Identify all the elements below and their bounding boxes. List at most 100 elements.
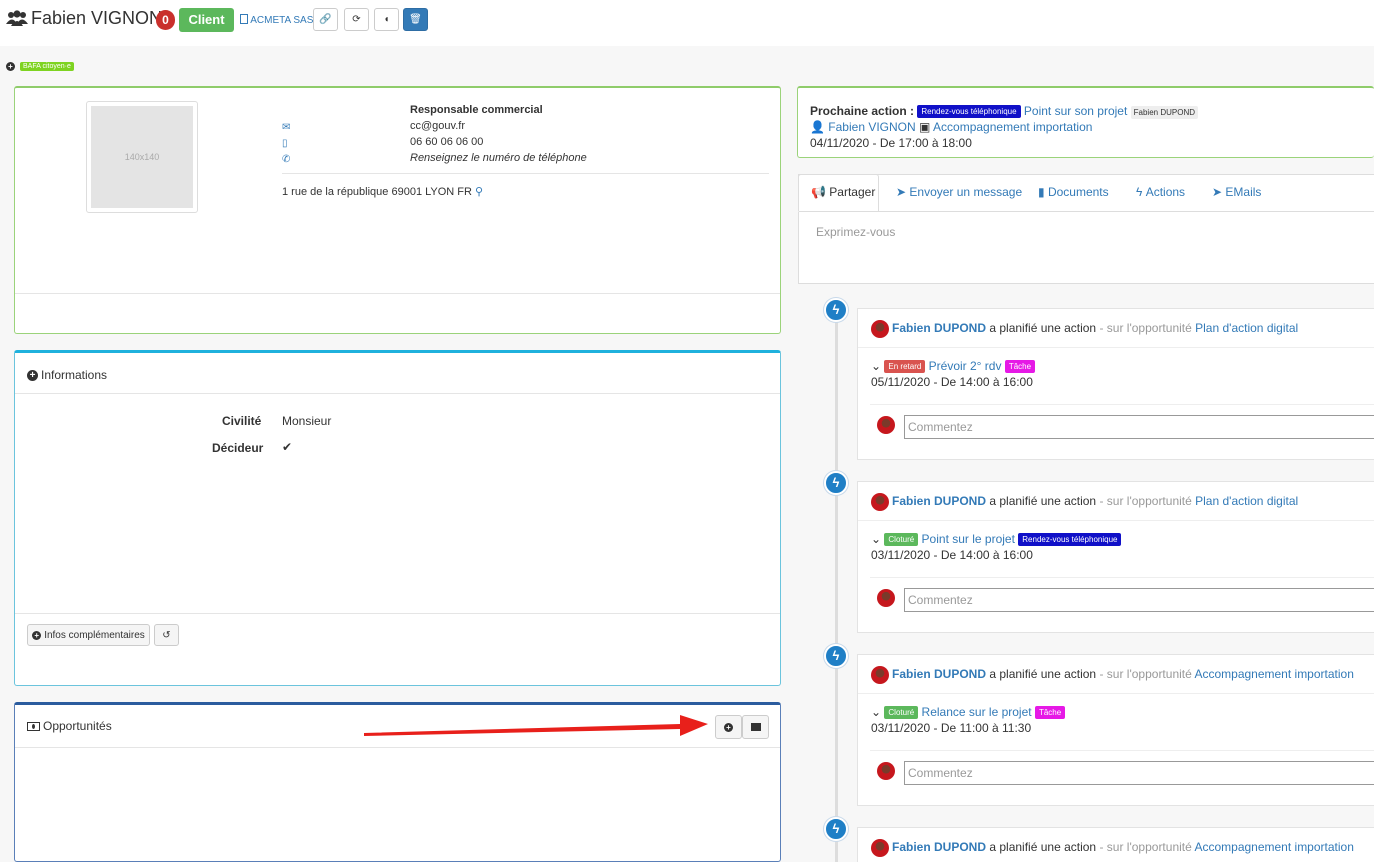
- archive-button[interactable]: [742, 715, 769, 739]
- company-link[interactable]: ACMETA SAS: [240, 14, 313, 26]
- tabs-divider: [799, 211, 1374, 212]
- feed-action-title[interactable]: Point sur le projet: [922, 532, 1015, 546]
- tab-documents[interactable]: ▮ Documents: [1038, 185, 1109, 199]
- informations-panel: + Informations Civilité Monsieur Décideu…: [14, 350, 781, 686]
- next-action-panel: Prochaine action : Rendez-vous téléphoni…: [797, 86, 1374, 158]
- avatar: [871, 666, 889, 684]
- feed-when: 03/11/2020 - De 14:00 à 16:00: [871, 548, 1033, 562]
- next-action-title[interactable]: Point sur son projet: [1024, 104, 1127, 118]
- next-action-links: 👤 Fabien VIGNON ▣ Accompagnement importa…: [810, 120, 1092, 134]
- informations-header: + Informations: [27, 368, 107, 382]
- map-marker-icon[interactable]: ⚲: [475, 186, 483, 198]
- history-button[interactable]: ↺: [154, 624, 179, 646]
- tag-line: + BAFA citoyen·e: [6, 62, 74, 71]
- user-icon: 👤: [810, 120, 825, 134]
- feed-author[interactable]: Fabien DUPOND: [892, 494, 986, 508]
- feed-action-title[interactable]: Prévoir 2° rdv: [929, 359, 1002, 373]
- tab-emails-label: EMails: [1225, 185, 1262, 199]
- bolt-icon: ϟ: [1136, 185, 1143, 199]
- feed-opportunity[interactable]: Plan d'action digital: [1195, 321, 1298, 335]
- status-client-button[interactable]: Client: [179, 8, 234, 32]
- count-badge: 0: [156, 10, 175, 30]
- more-info-label: Infos complémentaires: [44, 629, 145, 641]
- chevron-down-icon[interactable]: ⌄: [871, 705, 881, 719]
- kind-badge: Tâche: [1004, 360, 1036, 374]
- trash-icon: 🗑: [409, 14, 422, 25]
- plus-circle-icon: +: [32, 630, 42, 640]
- decider-label: Décideur: [212, 441, 264, 455]
- bolt-icon: ϟ: [824, 817, 848, 841]
- feed-author[interactable]: Fabien DUPOND: [892, 840, 986, 854]
- feed-verb: a planifié une action: [989, 321, 1097, 335]
- feed-action-title[interactable]: Relance sur le projet: [922, 705, 1032, 719]
- feed-item: Fabien DUPOND a planifié une action - su…: [857, 481, 1374, 633]
- card-divider: [870, 577, 1374, 578]
- feed-author[interactable]: Fabien DUPOND: [892, 667, 986, 681]
- avatar: [871, 320, 889, 338]
- tab-message[interactable]: ➤ Envoyer un message: [896, 185, 1022, 199]
- plus-circle-icon: +: [27, 369, 38, 381]
- refresh-icon: ⟳: [352, 14, 361, 25]
- panel-footer-divider: [15, 293, 780, 294]
- bolt-icon: ϟ: [824, 298, 848, 322]
- contact-photo: 140x140: [86, 101, 198, 213]
- feed-opportunity[interactable]: Accompagnement importation: [1194, 840, 1353, 854]
- next-action-when: 04/11/2020 - De 17:00 à 18:00: [810, 136, 972, 150]
- card-divider: [870, 404, 1374, 405]
- chevron-down-icon[interactable]: ⌄: [871, 532, 881, 546]
- opportunities-divider: [15, 747, 780, 748]
- comment-input[interactable]: Commentez: [904, 761, 1374, 785]
- users-icon: [6, 10, 28, 26]
- contact-role: Responsable commercial: [410, 104, 543, 116]
- contact-name: Fabien VIGNON: [31, 8, 163, 28]
- informations-divider: [15, 393, 780, 394]
- card-divider: [858, 520, 1374, 521]
- feed-item: Fabien DUPOND a planifié une action - su…: [857, 654, 1374, 806]
- feed-item-title: Fabien DUPOND a planifié une action - su…: [892, 494, 1298, 508]
- shield-button[interactable]: ◖: [374, 8, 399, 31]
- share-input[interactable]: Exprimez-vous: [816, 225, 895, 239]
- next-action-opportunity[interactable]: Accompagnement importation: [933, 120, 1092, 134]
- civility-label: Civilité: [222, 414, 262, 428]
- paper-plane-icon: ➤: [896, 185, 907, 199]
- tab-emails[interactable]: ➤ EMails: [1212, 185, 1261, 199]
- tab-message-label: Envoyer un message: [909, 185, 1023, 199]
- feed-author[interactable]: Fabien DUPOND: [892, 321, 986, 335]
- feed-prefix: - sur l'opportunité: [1099, 840, 1192, 854]
- comment-input[interactable]: Commentez: [904, 415, 1374, 439]
- contact-phone-placeholder[interactable]: Renseignez le numéro de téléphone: [410, 152, 587, 164]
- civility-value: Monsieur: [282, 414, 332, 428]
- kind-badge: Rendez-vous téléphonique: [1018, 533, 1122, 547]
- megaphone-icon: 📢: [811, 185, 826, 199]
- next-action-owner: Fabien DUPOND: [1130, 106, 1198, 119]
- tab-actions[interactable]: ϟ Actions: [1136, 185, 1185, 199]
- feed-opportunity[interactable]: Plan d'action digital: [1195, 494, 1298, 508]
- link-icon: 🔗: [319, 14, 332, 25]
- contact-mobile[interactable]: 06 60 06 06 00: [410, 136, 483, 148]
- tab-documents-label: Documents: [1047, 185, 1109, 199]
- delete-button[interactable]: 🗑: [403, 8, 428, 31]
- tab-actions-label: Actions: [1145, 185, 1186, 199]
- tab-share[interactable]: 📢 Partager: [811, 185, 875, 199]
- feed-opportunity[interactable]: Accompagnement importation: [1194, 667, 1353, 681]
- contact-email[interactable]: cc@gouv.fr: [410, 120, 465, 132]
- chevron-down-icon[interactable]: ⌄: [871, 359, 881, 373]
- comment-input[interactable]: Commentez: [904, 588, 1374, 612]
- bolt-icon: ϟ: [824, 644, 848, 668]
- mobile-icon: ▯: [282, 138, 288, 149]
- file-icon: ▮: [1038, 185, 1045, 199]
- link-button[interactable]: 🔗: [313, 8, 338, 31]
- informations-title: Informations: [41, 368, 108, 382]
- more-info-button[interactable]: + Infos complémentaires: [27, 624, 150, 646]
- tab-share-label: Partager: [829, 185, 876, 199]
- photo-placeholder: 140x140: [91, 106, 193, 208]
- card-divider: [858, 347, 1374, 348]
- check-icon: ✔: [282, 440, 293, 454]
- feed-prefix: - sur l'opportunité: [1099, 321, 1192, 335]
- company-name[interactable]: ACMETA SAS: [250, 15, 313, 26]
- next-action-contact[interactable]: Fabien VIGNON: [828, 120, 915, 134]
- refresh-button[interactable]: ⟳: [344, 8, 369, 31]
- contact-panel: 140x140 Responsable commercial ✉ cc@gouv…: [14, 86, 781, 334]
- add-tag-icon[interactable]: +: [6, 62, 15, 71]
- add-opportunity-button[interactable]: +: [715, 715, 742, 739]
